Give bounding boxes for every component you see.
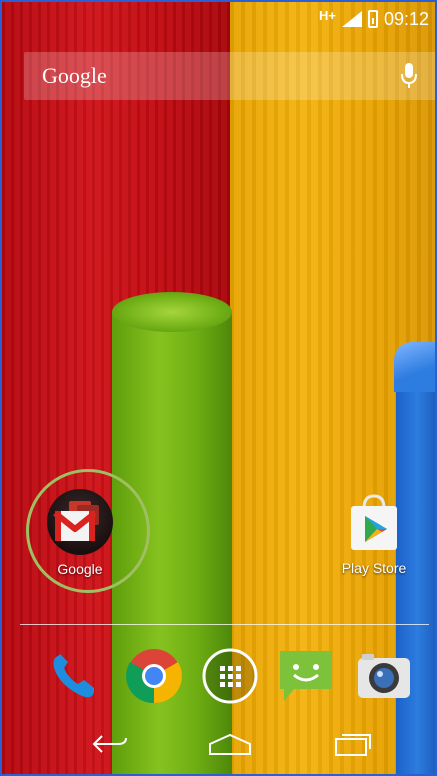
app-play-store[interactable]: Play Store	[341, 494, 407, 576]
back-icon[interactable]	[80, 724, 140, 764]
camera-icon[interactable]	[352, 644, 416, 708]
dock-divider	[20, 624, 429, 625]
home-icon[interactable]	[200, 724, 260, 764]
recents-icon[interactable]	[322, 724, 382, 764]
app-label: Google	[57, 561, 103, 577]
play-store-icon	[341, 494, 407, 554]
google-folder-icon	[47, 489, 113, 555]
home-screen: H+ 09:12 Google Google Play Store	[0, 0, 437, 776]
app-google-folder[interactable]: Google	[47, 489, 113, 577]
app-label: Play Store	[341, 560, 407, 576]
app-drawer-icon[interactable]	[198, 644, 262, 708]
messaging-icon[interactable]	[274, 644, 338, 708]
battery-icon	[367, 10, 378, 28]
status-bar: H+ 09:12	[2, 2, 435, 36]
mic-icon[interactable]	[400, 62, 418, 90]
network-type: H+	[318, 7, 336, 23]
google-search-bar[interactable]: Google	[24, 52, 435, 100]
search-bar-label: Google	[42, 63, 107, 88]
dock	[2, 644, 435, 714]
navigation-bar	[2, 714, 435, 774]
signal-icon	[341, 11, 362, 27]
phone-icon[interactable]	[42, 644, 106, 708]
clock: 09:12	[383, 8, 429, 29]
chrome-icon[interactable]	[122, 644, 186, 708]
